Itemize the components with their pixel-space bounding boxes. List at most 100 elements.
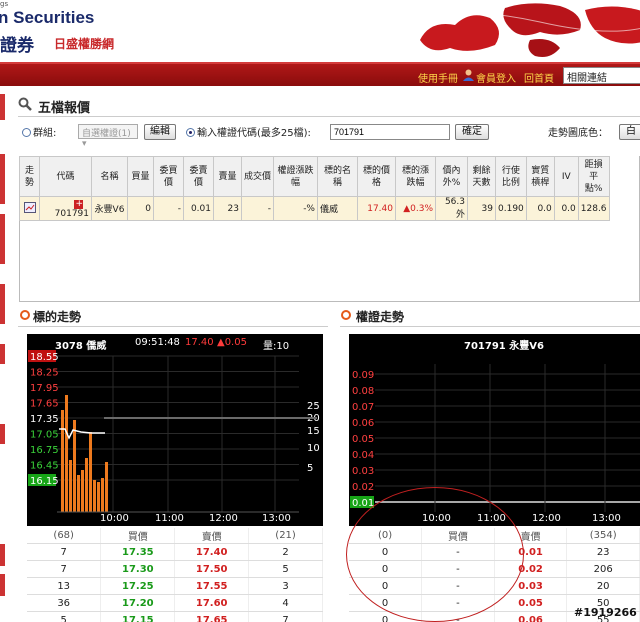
edit-button[interactable]: 編輯: [144, 124, 176, 140]
volume-bar: [101, 478, 104, 512]
col-header: IV: [553, 156, 579, 197]
order-book-cell: 0.06: [494, 611, 568, 622]
logo-top-text: gs: [0, 0, 9, 8]
side-tab[interactable]: [0, 154, 5, 204]
cell: 39: [467, 196, 496, 221]
logo-chinese[interactable]: 證券: [0, 31, 34, 56]
col-header: 行使比例: [495, 156, 527, 197]
trend-color-select[interactable]: 白: [619, 124, 640, 140]
order-book-cell: 4: [248, 594, 323, 612]
order-book-cell: 17.60: [174, 594, 250, 612]
order-book-cell: 17.65: [174, 611, 250, 622]
warrant-code-input[interactable]: [330, 124, 450, 140]
cell: -: [153, 196, 184, 221]
order-book-col-header: (21): [248, 528, 323, 544]
table-row[interactable]: +701791 永豐V6 0 - 0.01 23 - -% 儀威 17.40 ▲…: [19, 196, 610, 221]
confirm-button[interactable]: 確定: [455, 124, 489, 140]
order-book-cell: 17.50: [174, 560, 250, 578]
volume-bar: [81, 470, 84, 512]
highlight-ellipse: [346, 487, 524, 622]
group-radio[interactable]: 群組:: [22, 124, 56, 139]
related-links-select[interactable]: 相關連結: [563, 67, 640, 84]
cell: -: [241, 196, 274, 221]
bullet-icon: [341, 310, 351, 320]
col-header: 買量: [127, 156, 154, 197]
y-tick-label: 16.75: [30, 445, 59, 456]
chart-header: 3078 僑威 09:51:48 17.40 ▲0.05 量:10: [27, 334, 323, 352]
nav-link-manual[interactable]: 使用手冊: [418, 70, 458, 85]
logo-subbrand[interactable]: 日盛權勝網: [54, 35, 114, 52]
volume-bar: [93, 480, 96, 512]
y-tick-label: 0.03: [352, 466, 374, 477]
quote-table: 走勢 代碼 名稱 買量 委買價 委賣價 賣量 成交價 權證漲跌幅 標的名稱 標的…: [19, 156, 610, 221]
x-tick-label: 12:00: [209, 513, 238, 524]
col-header: 名稱: [91, 156, 128, 197]
volume-bar: [73, 420, 76, 512]
y-tick-label: 0.09: [352, 370, 374, 381]
volume-bar: [69, 460, 72, 512]
nav-link-login[interactable]: 會員登入: [476, 70, 516, 85]
order-book-cell: 206: [566, 560, 640, 578]
order-book-row: 13 17.25 17.55 3: [27, 577, 323, 595]
world-map-banner: [410, 0, 640, 62]
volume-bar: [105, 462, 108, 512]
cell: 17.40: [357, 196, 396, 221]
trend-cell[interactable]: [19, 196, 40, 221]
group-select[interactable]: 自選權證(1) ▾: [78, 124, 138, 149]
underlying-chart[interactable]: 3078 僑威 09:51:48 17.40 ▲0.05 量:10 18.55 1…: [27, 334, 323, 526]
side-tab[interactable]: [0, 284, 5, 324]
order-book-cell: 17.55: [174, 577, 250, 595]
underlying-trend-title: 標的走勢: [33, 310, 82, 324]
code-input-radio[interactable]: 輸入權證代碼(最多25檔):: [186, 124, 311, 139]
col-header: 標的漲跌幅: [395, 156, 436, 197]
volume-tick-label: 25: [307, 401, 320, 412]
col-header: 成交價: [241, 156, 274, 197]
side-tab[interactable]: [0, 94, 5, 120]
related-links-value: 相關連結: [567, 73, 607, 84]
page: gs n Securities 證券 日盛權勝網 使用手冊 會員登入 回首頁 相…: [0, 0, 640, 622]
member-icon: [463, 69, 474, 81]
y-tick-label: 0.07: [352, 402, 374, 413]
trend-chart-icon[interactable]: [23, 201, 36, 213]
code-input-label: 輸入權證代碼(最多25檔):: [197, 128, 311, 139]
side-tab[interactable]: [0, 574, 5, 596]
volume-tick-label: 5: [307, 463, 313, 474]
chart-change: ▲0.05: [217, 337, 247, 348]
chart-price: 17.40: [185, 337, 214, 348]
y-tick-label: 16.15: [30, 476, 59, 487]
y-tick-label: 17.35: [30, 414, 59, 425]
logo-english[interactable]: n Securities: [0, 8, 94, 28]
x-tick-label: 13:00: [592, 513, 621, 524]
order-book-cell: 17.15: [100, 611, 176, 622]
y-tick-label: 16.45: [30, 461, 59, 472]
order-book-cell: 36: [27, 594, 102, 612]
order-book-row: 36 17.20 17.60 4: [27, 594, 323, 612]
col-header: 距損平點%: [577, 156, 610, 197]
quote-section-title: 五檔報價: [38, 101, 91, 116]
cell: 0.0: [553, 196, 579, 221]
order-book-cell: 17.40: [174, 543, 250, 561]
order-book-cell: 3: [248, 577, 323, 595]
radio-icon[interactable]: [22, 128, 31, 137]
order-book-cell: 17.20: [100, 594, 176, 612]
nav-link-home[interactable]: 回首頁: [524, 70, 554, 85]
order-book-row: 7 17.35 17.40 2: [27, 543, 323, 561]
col-header: 權證漲跌幅: [273, 156, 318, 197]
volume-bar: [77, 475, 80, 512]
table-header-row: 走勢 代碼 名稱 買量 委買價 委賣價 賣量 成交價 權證漲跌幅 標的名稱 標的…: [19, 156, 610, 197]
cell: ▲0.3%: [395, 196, 436, 221]
order-book-row: 5 17.15 17.65 7: [27, 611, 323, 622]
cell: 23: [213, 196, 242, 221]
order-book-col-header: 賣價: [174, 528, 250, 544]
volume-tick-label: 10: [307, 443, 320, 454]
side-tab[interactable]: [0, 424, 5, 444]
side-tab[interactable]: [0, 344, 5, 364]
radio-icon[interactable]: [186, 128, 195, 137]
side-tab[interactable]: [0, 214, 5, 264]
side-tab[interactable]: [0, 544, 5, 566]
add-icon[interactable]: +: [74, 200, 83, 209]
underlying-plot: 18.55 18.25 17.95 17.65 17.35 17.05 16.75 16.45…: [28, 350, 320, 524]
col-header: 委賣價: [183, 156, 214, 197]
watermark: #1919266: [574, 606, 637, 619]
order-book-cell: 17.30: [100, 560, 176, 578]
